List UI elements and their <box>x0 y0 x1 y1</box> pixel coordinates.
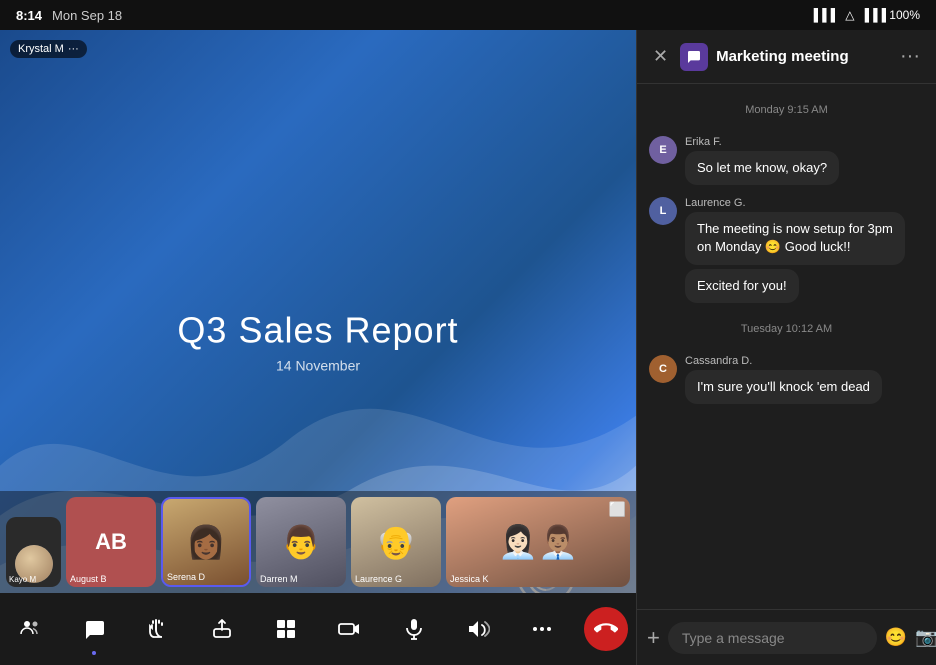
chat-channel-icon <box>680 43 708 71</box>
bubble-cassandra-0: I'm sure you'll knock 'em dead <box>685 370 882 404</box>
grid-button[interactable] <box>264 607 308 651</box>
message-erika: E Erika F. So let me know, okay? <box>649 136 924 185</box>
avatar-cassandra: C <box>649 355 677 383</box>
active-speaker-name: Krystal M <box>18 43 64 55</box>
left-panel: Q3 Sales Report 14 November Krystal M ··… <box>0 30 636 665</box>
avatar-erika: E <box>649 136 677 164</box>
participant-label-serena: Serena D <box>167 572 205 582</box>
sender-erika: Erika F. <box>685 136 924 148</box>
participant-label-jessica: Jessica K <box>450 574 489 584</box>
participant-label-laurence: Laurence G <box>355 574 402 584</box>
speaker-button[interactable] <box>456 607 500 651</box>
avatar-laurence: L <box>649 197 677 225</box>
participant-strip: Kayo M AB August B 👩🏾 Serena D 👨 Darren … <box>0 491 636 593</box>
chat-input-area: + 😊 📷 🎤 <box>637 609 936 665</box>
chat-header: ✕ Marketing meeting ··· <box>637 30 936 84</box>
status-date: Mon Sep 18 <box>52 8 122 23</box>
bubble-laurence-0: The meeting is now setup for 3pm on Mond… <box>685 212 905 264</box>
toolbar <box>0 593 636 665</box>
participant-laurence: 👴 Laurence G <box>351 497 441 587</box>
message-laurence: L Laurence G. The meeting is now setup f… <box>649 197 924 303</box>
signal-icon: ▌▌▌ <box>814 8 840 22</box>
message-content-cassandra: Cassandra D. I'm sure you'll knock 'em d… <box>685 355 924 404</box>
sender-laurence: Laurence G. <box>685 197 924 209</box>
chat-messages: Monday 9:15 AM E Erika F. So let me know… <box>637 84 936 609</box>
chat-title: Marketing meeting <box>716 48 888 65</box>
main-container: Q3 Sales Report 14 November Krystal M ··… <box>0 30 936 665</box>
mic-button[interactable] <box>392 607 436 651</box>
camera-button[interactable]: 📷 <box>915 627 936 648</box>
bubbles-cassandra: I'm sure you'll knock 'em dead <box>685 370 924 404</box>
bubble-laurence-1: Excited for you! <box>685 269 799 303</box>
chat-more-button[interactable]: ··· <box>896 41 924 72</box>
participant-serena: 👩🏾 Serena D <box>161 497 251 587</box>
share-button[interactable] <box>200 607 244 651</box>
wifi-icon: △ <box>845 8 854 22</box>
chat-panel: ✕ Marketing meeting ··· Monday 9:15 AM E… <box>636 30 936 665</box>
video-button[interactable] <box>328 607 372 651</box>
active-speaker-badge: Krystal M ··· <box>10 40 87 58</box>
participant-label-august: August B <box>70 574 107 584</box>
participant-jessica: 👩🏻‍💼👨🏽‍💼 Jessica K ⬜ <box>446 497 630 587</box>
message-content-erika: Erika F. So let me know, okay? <box>685 136 924 185</box>
august-initials: AB <box>95 529 127 555</box>
date-separator-2: Tuesday 10:12 AM <box>649 323 924 335</box>
presentation-subtitle: 14 November <box>177 357 458 373</box>
date-separator-1: Monday 9:15 AM <box>649 104 924 116</box>
end-call-button[interactable] <box>584 607 628 651</box>
sender-cassandra: Cassandra D. <box>685 355 924 367</box>
participant-label-kayo: Kayo M <box>9 575 36 584</box>
message-cassandra: C Cassandra D. I'm sure you'll knock 'em… <box>649 355 924 404</box>
chat-input[interactable] <box>668 622 877 654</box>
bubbles-laurence: The meeting is now setup for 3pm on Mond… <box>685 212 924 303</box>
participant-label-darren: Darren M <box>260 574 298 584</box>
status-bar: 8:14 Mon Sep 18 ▌▌▌ △ ▐▐▐ 100% <box>0 0 936 30</box>
emoji-button[interactable]: 😊 <box>885 627 907 648</box>
chat-close-button[interactable]: ✕ <box>649 42 672 71</box>
bubble-erika-0: So let me know, okay? <box>685 151 839 185</box>
raise-hand-button[interactable] <box>136 607 180 651</box>
chat-add-button[interactable]: + <box>647 625 660 651</box>
battery-icon: ▐▐▐ 100% <box>860 8 920 22</box>
chat-button[interactable] <box>72 607 116 651</box>
presentation-main-title: Q3 Sales Report <box>177 309 458 351</box>
participant-darren: 👨 Darren M <box>256 497 346 587</box>
participant-self: Kayo M <box>6 517 61 587</box>
participant-august: AB August B <box>66 497 156 587</box>
status-time: 8:14 <box>16 8 42 23</box>
presentation-title-block: Q3 Sales Report 14 November <box>177 309 458 373</box>
message-content-laurence: Laurence G. The meeting is now setup for… <box>685 197 924 303</box>
bubbles-erika: So let me know, okay? <box>685 151 924 185</box>
more-button[interactable] <box>520 607 564 651</box>
participants-button[interactable] <box>8 607 52 651</box>
status-icons: ▌▌▌ △ ▐▐▐ 100% <box>814 8 920 22</box>
active-speaker-dots: ··· <box>68 43 79 55</box>
